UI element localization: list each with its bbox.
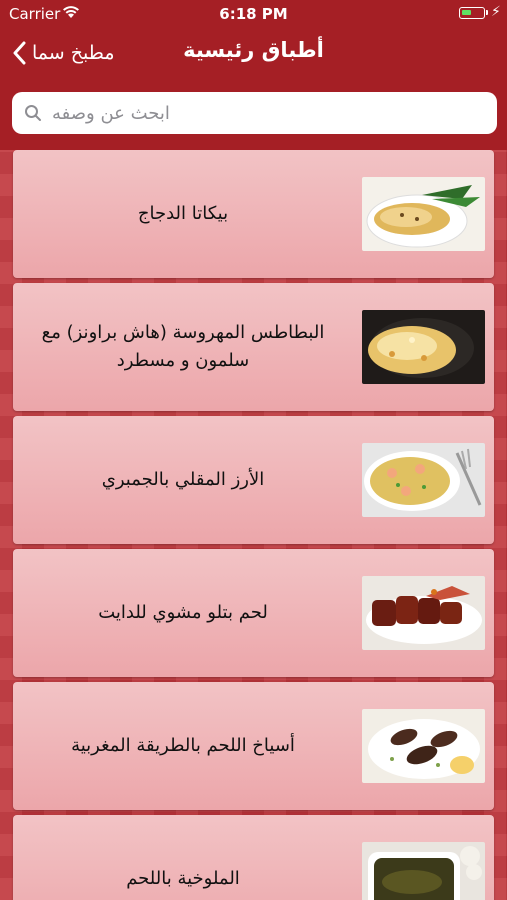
navigation-bar: مطبخ سما أطباق رئيسية <box>0 30 507 76</box>
recipe-thumbnail <box>362 576 485 650</box>
recipe-title: أسياخ اللحم بالطريقة المغربية <box>71 735 295 756</box>
recipe-title: الأرز المقلي بالجمبري <box>101 469 265 490</box>
recipe-title: بيكاتا الدجاج <box>137 203 229 224</box>
search-icon <box>25 105 41 121</box>
battery-level <box>462 10 471 15</box>
page-title: أطباق رئيسية <box>183 38 324 62</box>
recipe-card[interactable]: لحم بتلو مشوي للدايت <box>13 549 494 677</box>
recipe-card[interactable]: أسياخ اللحم بالطريقة المغربية <box>13 682 494 810</box>
search-bar[interactable] <box>12 92 497 134</box>
recipe-card[interactable]: الملوخية باللحم <box>13 815 494 900</box>
recipe-thumbnail <box>362 443 485 517</box>
recipe-card[interactable]: البطاطس المهروسة (هاش براونز) مع سلمون و… <box>13 283 494 411</box>
status-bar: Carrier 6:18 PM ⚡ <box>0 0 507 28</box>
recipe-card[interactable]: الأرز المقلي بالجمبري <box>13 416 494 544</box>
charging-bolt-icon: ⚡ <box>491 4 501 20</box>
recipe-thumbnail <box>362 842 485 900</box>
recipe-title: البطاطس المهروسة (هاش براونز) مع سلمون و… <box>41 322 325 371</box>
recipe-list[interactable]: بيكاتا الدجاج البطاطس المهروسة (هاش براو… <box>0 150 507 900</box>
recipe-thumbnail <box>362 177 485 251</box>
recipe-thumbnail <box>362 709 485 783</box>
recipe-thumbnail <box>362 310 485 384</box>
top-bar: Carrier 6:18 PM ⚡ مطبخ سما أطباق رئيسية <box>0 0 507 150</box>
recipe-title: لحم بتلو مشوي للدايت <box>98 602 268 623</box>
battery-icon <box>459 7 488 19</box>
status-time: 6:18 PM <box>219 5 288 23</box>
search-input[interactable] <box>50 101 485 125</box>
recipe-title: الملوخية باللحم <box>126 868 240 889</box>
recipe-card[interactable]: بيكاتا الدجاج <box>13 150 494 278</box>
